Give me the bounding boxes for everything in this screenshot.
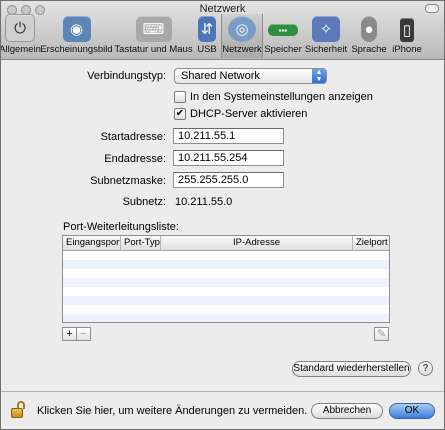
checkbox-unchecked-icon bbox=[174, 91, 186, 103]
checkbox-label: DHCP-Server aktivieren bbox=[190, 108, 308, 120]
connection-type-popup[interactable]: Shared Network ▲ ▼ bbox=[174, 68, 327, 84]
toolbar-label: Sprache bbox=[351, 44, 387, 55]
toolbar-item-erscheinungsbild[interactable]: ◉ Erscheinungsbild bbox=[39, 14, 114, 58]
keyboard-icon: ⌨ bbox=[135, 16, 172, 42]
toolbar-label: Allgemein bbox=[0, 44, 41, 55]
toolbar-item-sprache[interactable]: ● Sprache bbox=[349, 14, 389, 58]
monitor-icon: ◉ bbox=[62, 16, 91, 42]
column-eingangsport[interactable]: Eingangsport bbox=[63, 236, 121, 250]
column-zielport[interactable]: Zielport bbox=[353, 236, 389, 250]
globe-icon: ◎ bbox=[228, 16, 256, 42]
toolbar-label: Tastatur und Maus bbox=[114, 44, 193, 55]
table-row bbox=[63, 269, 389, 278]
switch-icon: ⏻ bbox=[5, 14, 35, 42]
table-row bbox=[63, 287, 389, 296]
toolbar-item-usb[interactable]: ⇵ USB bbox=[193, 14, 221, 58]
end-address-label: Endadresse: bbox=[104, 153, 166, 165]
port-forwarding-table[interactable]: Eingangsport Port-Typ IP-Adresse Zielpor… bbox=[62, 235, 390, 323]
preferences-window: Netzwerk ⏻ Allgemein ◉ Erscheinungsbild … bbox=[0, 0, 445, 430]
end-address-field[interactable]: 10.211.55.254 bbox=[173, 150, 284, 166]
subnet-mask-label: Subnetzmaske: bbox=[90, 175, 166, 187]
connection-type-value: Shared Network bbox=[181, 70, 260, 82]
checkbox-label: In den Systemeinstellungen anzeigen bbox=[190, 91, 373, 103]
subnet-label: Subnetz: bbox=[122, 196, 166, 208]
column-ip-adresse[interactable]: IP-Adresse bbox=[161, 236, 353, 250]
column-port-typ[interactable]: Port-Typ bbox=[121, 236, 161, 250]
memory-icon: ▪▪▪ bbox=[268, 24, 298, 36]
port-forwarding-title: Port-Weiterleitungsliste: bbox=[63, 221, 179, 233]
popup-arrows-icon: ▲ ▼ bbox=[312, 69, 326, 83]
pencil-icon: ✎ bbox=[376, 328, 387, 340]
table-row bbox=[63, 260, 389, 269]
table-row bbox=[63, 296, 389, 305]
toolbar-item-iphone[interactable]: ▯ iPhone bbox=[389, 14, 425, 58]
edit-port-button[interactable]: ✎ bbox=[374, 327, 389, 341]
lock-description: Klicken Sie hier, um weitere Änderungen … bbox=[37, 405, 308, 417]
table-row bbox=[63, 305, 389, 314]
table-row bbox=[63, 314, 389, 322]
wrench-icon: ✧ bbox=[312, 16, 340, 42]
toolbar-item-allgemein[interactable]: ⏻ Allgemein bbox=[0, 14, 41, 58]
subnet-value: 10.211.55.0 bbox=[175, 196, 233, 208]
network-settings-pane: Verbindungstyp: Shared Network ▲ ▼ In den… bbox=[1, 60, 444, 391]
start-address-label: Startadresse: bbox=[100, 131, 166, 143]
preferences-toolbar: ⏻ Allgemein ◉ Erscheinungsbild ⌨ Tastatu… bbox=[1, 14, 444, 58]
toolbar-label: Sicherheit bbox=[304, 44, 348, 55]
checkmark-icon: ✔ bbox=[174, 108, 186, 120]
show-in-system-preferences-checkbox[interactable]: In den Systemeinstellungen anzeigen bbox=[174, 91, 373, 103]
usb-icon: ⇵ bbox=[198, 16, 216, 42]
dhcp-server-checkbox[interactable]: ✔ DHCP-Server aktivieren bbox=[174, 108, 307, 120]
start-address-field[interactable]: 10.211.55.1 bbox=[173, 128, 284, 144]
subnet-mask-field[interactable]: 255.255.255.0 bbox=[173, 172, 284, 188]
toolbar-label: iPhone bbox=[392, 44, 422, 55]
toolbar-label: Speicher bbox=[264, 44, 302, 55]
connection-type-label: Verbindungstyp: bbox=[87, 70, 166, 82]
toolbar-item-tastatur-und-maus[interactable]: ⌨ Tastatur und Maus bbox=[114, 14, 193, 58]
help-button[interactable]: ? bbox=[418, 361, 433, 376]
toolbar-label: USB bbox=[197, 44, 217, 55]
add-port-button[interactable]: + bbox=[62, 327, 77, 341]
toolbar-item-netzwerk[interactable]: ◎ Netzwerk bbox=[221, 14, 263, 58]
bottom-separator bbox=[1, 391, 444, 392]
cancel-button[interactable]: Abbrechen bbox=[311, 403, 383, 419]
toolbar-item-sicherheit[interactable]: ✧ Sicherheit bbox=[303, 14, 349, 58]
microphone-icon: ● bbox=[361, 16, 377, 42]
ok-button[interactable]: OK bbox=[389, 403, 435, 419]
toolbar-item-speicher[interactable]: ▪▪▪ Speicher bbox=[263, 14, 303, 58]
toolbar-label: Netzwerk bbox=[222, 44, 262, 55]
title-bar: Netzwerk ⏻ Allgemein ◉ Erscheinungsbild … bbox=[1, 1, 444, 60]
table-header: Eingangsport Port-Typ IP-Adresse Zielpor… bbox=[63, 236, 389, 251]
table-row bbox=[63, 278, 389, 287]
phone-icon: ▯ bbox=[400, 18, 414, 42]
lock-icon[interactable] bbox=[11, 401, 27, 418]
restore-defaults-button[interactable]: Standard wiederherstellen bbox=[292, 361, 411, 377]
toolbar-label: Erscheinungsbild bbox=[40, 44, 113, 55]
table-row bbox=[63, 251, 389, 260]
remove-port-button[interactable]: − bbox=[76, 327, 91, 341]
toolbar-toggle-button[interactable] bbox=[425, 4, 439, 13]
